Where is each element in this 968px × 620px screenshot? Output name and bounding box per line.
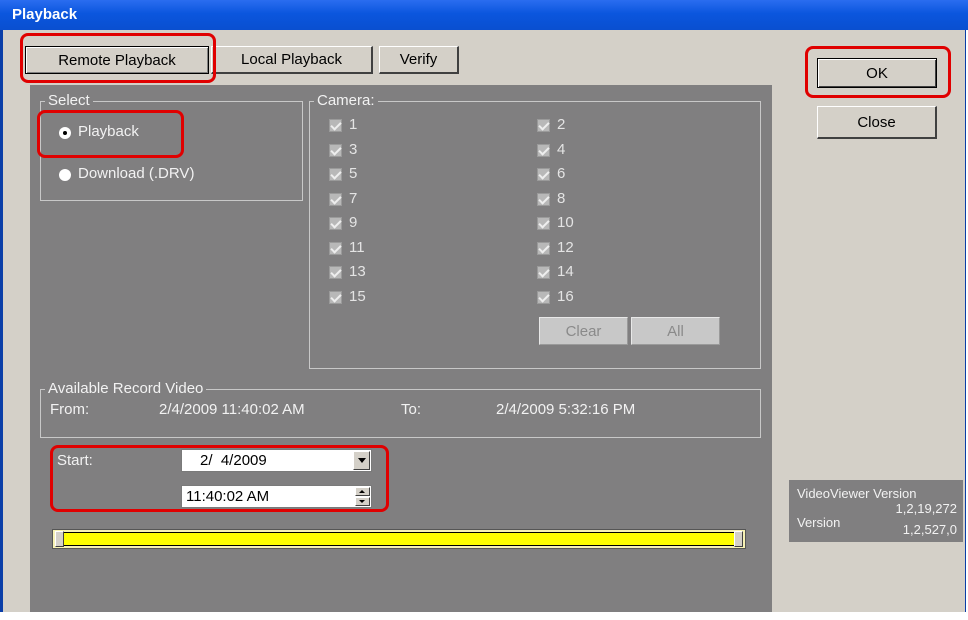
camera-checkbox-9[interactable] [329,217,342,230]
start-time-value: 11:40:02 AM [186,488,270,505]
title-bar: Playback [0,0,968,30]
tab-verify-label: Verify [399,51,438,68]
playback-radio-label: Playback [78,123,139,140]
camera-label-4: 4 [557,140,566,158]
ok-button-label: OK [866,64,888,82]
camera-checkbox-5[interactable] [329,168,342,181]
start-time-spinner[interactable]: 11:40:02 AM [181,485,372,508]
camera-label-12: 12 [557,238,574,256]
camera-checkbox-2[interactable] [537,119,550,132]
camera-label-3: 3 [349,140,358,158]
camera-label-11: 11 [349,238,365,256]
select-group-legend: Select [45,92,93,110]
timeline-slider[interactable] [52,529,746,549]
camera-checkbox-16[interactable] [537,290,550,304]
camera-checkbox-1[interactable] [329,119,342,132]
camera-label-8: 8 [557,189,566,207]
camera-checkbox-12[interactable] [537,241,550,255]
camera-label-7: 7 [349,189,358,207]
timeline-start-handle[interactable] [55,531,64,547]
tab-verify[interactable]: Verify [379,46,459,74]
tab-local-playback[interactable]: Local Playback [211,46,373,74]
camera-checkbox-15[interactable] [329,290,342,304]
camera-group-legend: Camera: [314,92,378,110]
camera-checkbox-14[interactable] [537,266,550,279]
tab-remote-playback-label: Remote Playback [58,51,176,69]
window-title: Playback [12,6,78,23]
camera-label-9: 9 [349,214,358,231]
clear-button-label: Clear [565,322,602,340]
download-radio[interactable] [59,169,71,181]
version-label: Version [797,515,841,530]
all-button-label: All [667,322,684,340]
camera-label-13: 13 [349,263,366,280]
camera-checkbox-7[interactable] [329,192,342,206]
camera-checkbox-13[interactable] [329,266,342,279]
start-label: Start: [57,452,93,469]
camera-checkbox-4[interactable] [537,143,550,157]
to-label: To: [401,401,422,418]
spin-up-icon[interactable] [355,487,370,496]
camera-label-14: 14 [557,263,574,280]
tab-remote-playback[interactable]: Remote Playback [25,46,209,74]
ok-button[interactable]: OK [817,58,937,88]
close-button-label: Close [857,113,896,131]
clear-button[interactable]: Clear [539,317,628,345]
select-group: Select [40,92,303,201]
camera-label-6: 6 [557,165,566,182]
timeline-end-handle[interactable] [734,531,743,547]
camera-label-15: 15 [349,287,366,305]
camera-label-5: 5 [349,165,358,182]
camera-label-16: 16 [557,287,574,305]
playback-radio[interactable] [59,127,71,139]
camera-label-10: 10 [557,214,574,231]
camera-checkbox-11[interactable] [329,241,342,255]
start-date-value: 2/ 4/2009 [200,452,267,469]
timeline-track [63,532,735,546]
start-date-select[interactable]: 2/ 4/2009 [181,449,372,472]
camera-label-2: 2 [557,116,566,133]
camera-label-1: 1 [349,116,358,133]
camera-checkbox-8[interactable] [537,192,550,206]
from-label: From: [50,401,90,418]
videoviewer-version-value: 1,2,19,272 [895,501,957,516]
camera-checkbox-3[interactable] [329,143,342,157]
chevron-down-icon[interactable] [353,451,370,470]
version-value: 1,2,527,0 [902,522,957,537]
version-info: VideoViewer Version 1,2,19,272 Version 1… [789,480,963,542]
camera-checkbox-6[interactable] [537,168,550,181]
close-button[interactable]: Close [817,106,937,139]
to-value: 2/4/2009 5:32:16 PM [496,401,636,418]
all-button[interactable]: All [631,317,720,345]
tab-local-playback-label: Local Playback [241,51,342,68]
download-radio-label: Download (.DRV) [78,165,195,182]
camera-checkbox-10[interactable] [537,217,550,230]
videoviewer-version-label: VideoViewer Version [797,486,917,501]
record-video-legend: Available Record Video [45,380,207,398]
spin-down-icon[interactable] [355,497,370,506]
from-value: 2/4/2009 11:40:02 AM [159,401,305,418]
